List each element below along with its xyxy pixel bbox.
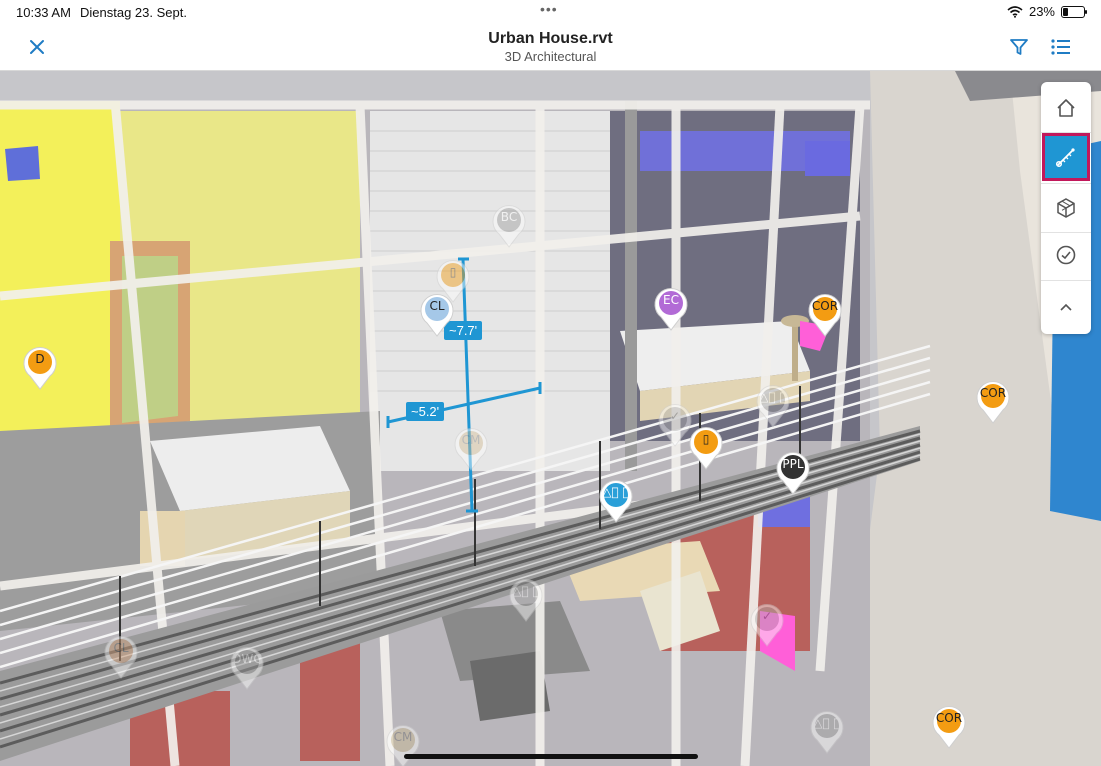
issue-pin[interactable]: △⃝ ⃝ <box>508 578 544 622</box>
model-viewport[interactable]: ~7.7' ~5.2' D BC ▯ CL EC COR COR △⃝ ⃝ CM ✓ ▯ PPL △⃝ … <box>0 71 1101 766</box>
status-time: 10:33 AM <box>16 5 71 20</box>
pin-label: COR <box>979 386 1007 400</box>
measure-button[interactable] <box>1042 133 1090 181</box>
issue-pin[interactable]: PPL <box>775 451 811 495</box>
issue-pin[interactable]: COR <box>807 293 843 337</box>
pin-label: ▯ <box>449 265 457 279</box>
list-icon <box>1051 39 1070 55</box>
title-block: Urban House.rvt 3D Architectural <box>0 30 1101 64</box>
home-icon <box>1057 99 1075 117</box>
pin-label: COR <box>935 711 963 725</box>
model-view-button[interactable] <box>1045 187 1087 229</box>
status-bar: 10:33 AM Dienstag 23. Sept. ••• 23% <box>0 0 1101 24</box>
issue-pin[interactable]: COR <box>975 380 1011 424</box>
pin-label: COR <box>811 299 839 313</box>
issue-pin[interactable]: EC <box>653 287 689 331</box>
issue-pin[interactable]: ✓ <box>749 603 785 647</box>
home-indicator[interactable] <box>404 754 698 759</box>
pin-label: EC <box>663 293 679 307</box>
multitask-dots[interactable]: ••• <box>540 1 558 17</box>
issue-pin[interactable]: CM <box>385 724 421 766</box>
chevron-up-icon <box>1060 303 1072 311</box>
pin-label: △⃝ ⃝ <box>602 485 630 499</box>
home-button[interactable] <box>1045 87 1087 129</box>
pin-label: BC <box>500 210 518 224</box>
model-cube-icon <box>1057 198 1075 218</box>
page-subtitle: 3D Architectural <box>504 49 597 64</box>
issue-pin[interactable]: BC <box>491 204 527 248</box>
issue-pin[interactable]: D <box>22 346 58 390</box>
wifi-icon <box>1007 5 1023 18</box>
page-title: Urban House.rvt <box>488 30 613 47</box>
issue-pin[interactable]: COR <box>931 705 967 749</box>
header-bar: Urban House.rvt 3D Architectural <box>0 24 1101 71</box>
issue-pin[interactable]: ▯ <box>688 426 724 470</box>
pin-label: △⃝ ⃝ <box>512 584 540 598</box>
pin-label: ✓ <box>669 409 681 423</box>
pin-label: △⃝ ⃝ <box>813 716 841 730</box>
pin-label: CL <box>429 299 445 313</box>
issue-pin[interactable]: △⃝ ⃝ <box>809 710 845 754</box>
pin-label: CM <box>393 730 413 744</box>
filter-icon <box>1010 39 1028 55</box>
issue-pin[interactable]: CM <box>453 427 489 471</box>
list-button[interactable] <box>1046 32 1076 62</box>
filter-button[interactable] <box>1004 32 1034 62</box>
pin-label: D <box>35 352 45 366</box>
pin-label: PPL <box>782 457 804 471</box>
issues-button[interactable] <box>1045 234 1087 276</box>
pin-label: △⃝ ⃝ <box>759 390 787 404</box>
battery-percent: 23% <box>1028 4 1055 19</box>
status-date: Dienstag 23. Sept. <box>80 5 187 20</box>
status-right: 23% <box>1007 4 1087 19</box>
issue-pin[interactable]: CL <box>419 293 455 337</box>
checkmark-icon <box>1056 245 1076 265</box>
pin-label: ✓ <box>761 609 773 623</box>
issue-pin[interactable]: DWC <box>229 646 265 690</box>
pin-label: DWC <box>232 652 262 666</box>
measurement-overlay <box>386 257 542 513</box>
measure-icon <box>1055 148 1075 168</box>
issue-pin[interactable]: △⃝ ⃝ <box>755 384 791 428</box>
view-toolbar <box>1041 82 1091 334</box>
collapse-toolbar-button[interactable] <box>1045 287 1087 329</box>
pin-label: CM <box>461 433 481 447</box>
issue-pin[interactable]: CL <box>103 635 139 679</box>
battery-icon <box>1061 5 1087 18</box>
pin-label: CL <box>113 641 129 655</box>
issue-pin[interactable]: △⃝ ⃝ <box>598 479 634 523</box>
horizontal-dimension-label[interactable]: ~5.2' <box>406 402 445 421</box>
pin-label: ▯ <box>702 432 710 446</box>
